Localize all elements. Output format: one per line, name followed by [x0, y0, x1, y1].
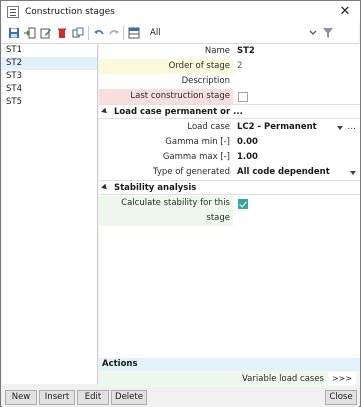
chevron-down-icon[interactable]	[337, 126, 343, 130]
undo-icon[interactable]	[93, 27, 105, 39]
load-case-row: Load case LC2 - Permanent ...	[99, 120, 360, 135]
gamma-min-value[interactable]: 0.00	[234, 135, 360, 150]
load-case-label: Load case	[99, 120, 233, 135]
section-stability[interactable]: Stability analysis	[99, 180, 360, 195]
delete-button[interactable]: Delete	[111, 390, 147, 405]
gamma-max-row: Gamma max [-] 1.00	[99, 150, 360, 165]
gamma-max-label: Gamma max [-]	[99, 150, 233, 165]
combinations-row: Type of generated combinations All code …	[99, 165, 360, 195]
order-row: Order of stage 2	[99, 59, 360, 74]
section-stability-title: Stability analysis	[114, 183, 197, 193]
chevron-down-icon[interactable]	[308, 27, 318, 42]
gamma-min-row: Gamma min [-] 0.00	[99, 135, 360, 150]
collapse-triangle-icon[interactable]	[101, 183, 109, 192]
window-icon	[7, 6, 19, 18]
actions-header: Actions	[99, 358, 360, 371]
toolbar-separator	[123, 26, 124, 40]
last-stage-checkbox[interactable]	[238, 92, 248, 102]
construction-stages-window: Construction stages ✕ All ST1 ST2 ST3 ST…	[0, 0, 361, 407]
filter-text[interactable]: All	[150, 28, 161, 38]
description-label: Description	[99, 74, 233, 89]
stage-list-item[interactable]: ST4	[2, 83, 97, 96]
section-load-case-title: Load case permanent or ...	[114, 107, 243, 117]
name-row: Name ST2	[99, 44, 360, 59]
window-title: Construction stages	[25, 7, 115, 17]
insert-button[interactable]: Insert	[39, 390, 75, 405]
new-button[interactable]: New	[5, 390, 37, 405]
description-row: Description	[99, 74, 360, 89]
title-bar: Construction stages ✕	[1, 1, 360, 23]
variable-load-cases-label: Variable load cases	[242, 374, 324, 384]
last-stage-row: Last construction stage	[99, 89, 360, 104]
edit-button[interactable]: Edit	[77, 390, 109, 405]
variable-load-cases-row: Variable load cases >>>	[99, 371, 360, 387]
chevron-down-icon[interactable]	[350, 171, 356, 175]
calc-stability-checkbox[interactable]	[238, 199, 248, 209]
delete-icon[interactable]	[56, 27, 68, 39]
calc-stability-row: Calculate stability for this stage	[99, 196, 360, 226]
toolbar-separator	[88, 26, 89, 40]
redo-icon[interactable]	[108, 27, 120, 39]
copy-icon[interactable]	[72, 27, 84, 39]
edit-icon[interactable]	[40, 27, 52, 39]
insert-row-icon[interactable]	[24, 27, 36, 39]
stage-list-item[interactable]: ST5	[2, 96, 97, 109]
more-button[interactable]: ...	[347, 120, 356, 135]
filter-icon[interactable]	[322, 26, 334, 43]
last-stage-label: Last construction stage	[99, 89, 233, 104]
close-button[interactable]: Close	[325, 390, 357, 405]
name-label: Name	[99, 44, 233, 59]
gamma-min-label: Gamma min [-]	[99, 135, 233, 150]
properties-panel: Name ST2 Order of stage 2 Description La…	[99, 44, 360, 358]
name-value[interactable]: ST2	[234, 44, 360, 59]
gamma-max-value[interactable]: 1.00	[234, 150, 360, 165]
combinations-select[interactable]: All code dependent	[234, 165, 360, 180]
stage-list: ST1 ST2 ST3 ST4 ST5	[2, 44, 98, 384]
order-value: 2	[237, 61, 243, 71]
stage-list-item-selected[interactable]: ST2	[2, 57, 97, 70]
variable-load-cases-button[interactable]: >>>	[328, 372, 356, 385]
save-icon[interactable]	[8, 27, 20, 39]
table-view-icon[interactable]	[128, 27, 140, 39]
toolbar: All	[2, 23, 359, 44]
stage-list-item[interactable]: ST3	[2, 70, 97, 83]
button-bar: New Insert Edit Delete Close	[2, 387, 359, 407]
section-load-case[interactable]: Load case permanent or ...	[99, 104, 360, 119]
order-label: Order of stage	[99, 59, 233, 74]
close-window-button[interactable]: ✕	[334, 3, 356, 21]
calc-stability-label: Calculate stability for this stage	[99, 196, 233, 226]
collapse-triangle-icon[interactable]	[101, 107, 109, 116]
stage-list-item[interactable]: ST1	[2, 44, 97, 57]
